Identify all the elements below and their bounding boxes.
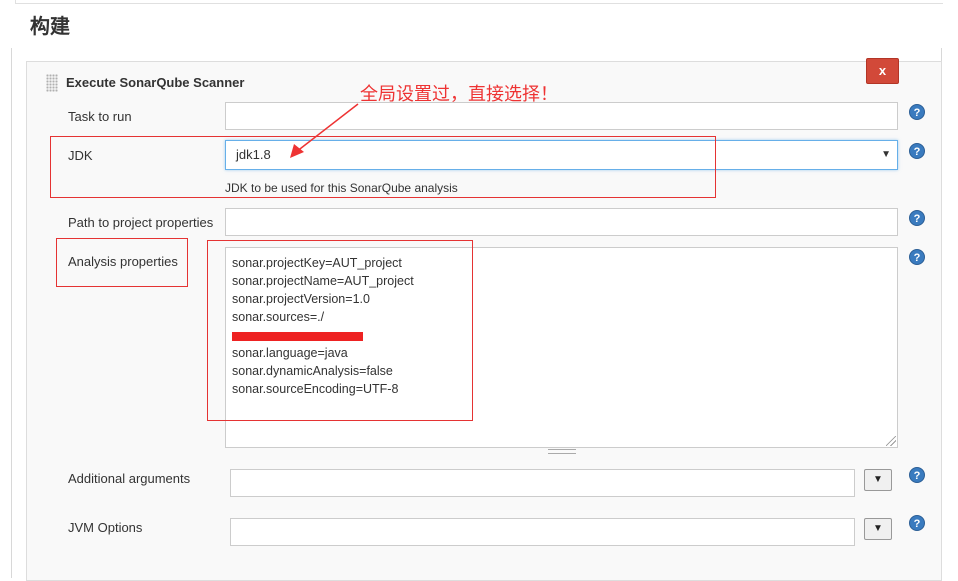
resize-grip-icon[interactable]: [886, 436, 896, 446]
task-to-run-label: Task to run: [68, 109, 132, 124]
help-icon[interactable]: ?: [909, 515, 925, 531]
analysis-label-highlight-box: [56, 238, 188, 287]
help-icon[interactable]: ?: [909, 104, 925, 120]
jvm-options-input[interactable]: [230, 518, 855, 546]
annotation-text: 全局设置过，直接选择！: [360, 84, 558, 105]
top-rule: [15, 0, 943, 4]
textarea-height-resizer[interactable]: [548, 449, 576, 454]
path-properties-input[interactable]: [225, 208, 898, 236]
drag-handle-icon[interactable]: [46, 74, 58, 92]
dropdown-arrow-icon: ▼: [881, 149, 891, 160]
path-properties-label: Path to project properties: [68, 215, 214, 230]
help-icon[interactable]: ?: [909, 210, 925, 226]
annotation-arrow-icon: [290, 103, 359, 158]
analysis-value-highlight-box: [207, 240, 473, 421]
section-title: 构建: [30, 14, 70, 38]
expand-button[interactable]: ▼: [864, 469, 892, 491]
help-icon[interactable]: ?: [909, 249, 925, 265]
additional-arguments-label: Additional arguments: [68, 471, 191, 486]
help-icon[interactable]: ?: [909, 143, 925, 159]
expand-button[interactable]: ▼: [864, 518, 892, 540]
jvm-options-label: JVM Options: [68, 520, 143, 535]
help-icon[interactable]: ?: [909, 467, 925, 483]
jdk-highlight-box: [50, 136, 716, 198]
step-title: Execute SonarQube Scanner: [66, 75, 245, 90]
delete-step-button[interactable]: x: [866, 58, 899, 84]
additional-arguments-input[interactable]: [230, 469, 855, 497]
